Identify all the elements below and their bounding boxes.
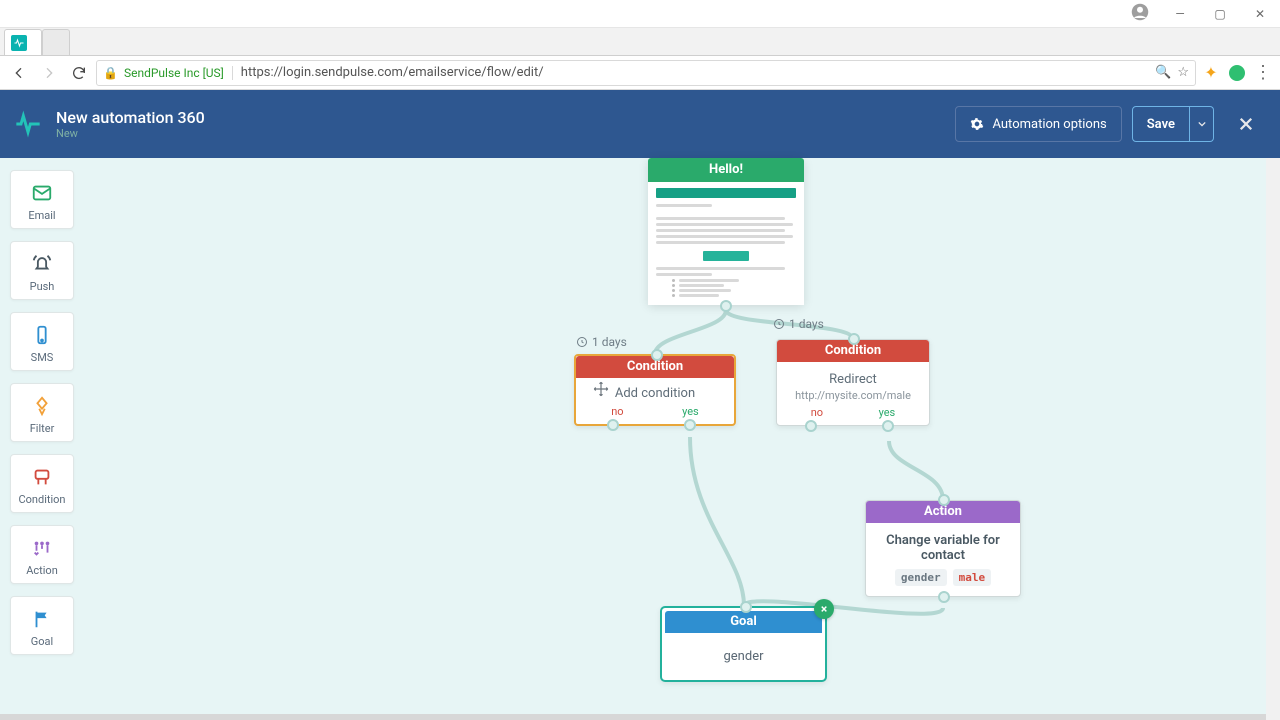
- close-icon: [1237, 115, 1255, 133]
- flow-canvas[interactable]: Email Push SMS Filter Condition Action: [0, 158, 1280, 720]
- page-title: New automation 360: [56, 108, 205, 127]
- palette-push[interactable]: Push: [10, 241, 74, 300]
- node-email-title: Hello!: [648, 158, 804, 182]
- palette-action[interactable]: Action: [10, 525, 74, 584]
- app-logo-icon: [8, 104, 48, 144]
- move-cursor-icon: [592, 380, 610, 401]
- zoom-icon[interactable]: 🔍: [1155, 65, 1171, 80]
- port-out[interactable]: [938, 591, 950, 603]
- variable-value: male: [953, 569, 992, 586]
- branch-yes-label: yes: [879, 406, 896, 419]
- port-yes[interactable]: [882, 420, 894, 432]
- horizontal-scrollbar[interactable]: [0, 714, 1266, 720]
- app-root: New automation 360 New Automation option…: [0, 90, 1280, 720]
- close-editor-button[interactable]: [1228, 106, 1264, 142]
- filter-icon: [31, 392, 53, 420]
- port-in[interactable]: [848, 333, 860, 345]
- node-condition-body: Redirect: [785, 372, 921, 387]
- page-subtitle: New: [56, 127, 205, 140]
- flow-connectors: [0, 158, 1280, 720]
- email-thumbnail: [648, 182, 804, 305]
- node-goal[interactable]: × Goal gender: [660, 606, 827, 682]
- port-no[interactable]: [607, 419, 619, 431]
- browser-toolbar: 🔒 SendPulse Inc [US] https://login.sendp…: [0, 56, 1280, 90]
- variable-name: gender: [895, 569, 947, 586]
- extension-grammarly-icon[interactable]: [1226, 62, 1248, 84]
- chrome-menu-icon[interactable]: ⋮: [1252, 62, 1274, 84]
- page-url: https://login.sendpulse.com/emailservice…: [241, 65, 544, 80]
- back-button[interactable]: [6, 60, 32, 86]
- chrome-profile-icon[interactable]: [1120, 3, 1160, 25]
- node-goal-title: Goal: [665, 611, 822, 633]
- node-condition-sub: http://mysite.com/male: [785, 389, 921, 402]
- branch-no-label: no: [611, 405, 623, 418]
- palette-goal[interactable]: Goal: [10, 596, 74, 655]
- bookmark-star-icon[interactable]: ☆: [1177, 65, 1189, 80]
- chevron-down-icon: [1198, 120, 1206, 128]
- port-in[interactable]: [651, 349, 663, 361]
- save-button[interactable]: Save: [1132, 106, 1190, 142]
- port-in[interactable]: [938, 494, 950, 506]
- browser-tab-active[interactable]: [4, 29, 42, 55]
- palette-condition-label: Condition: [18, 493, 65, 506]
- palette-push-label: Push: [30, 280, 55, 293]
- bell-icon: [31, 250, 53, 278]
- pulse-favicon-icon: [11, 35, 27, 51]
- port-out[interactable]: [720, 300, 732, 312]
- window-minimize-icon[interactable]: —: [1160, 7, 1200, 21]
- port-in[interactable]: [740, 601, 752, 613]
- branch-no-label: no: [811, 406, 823, 419]
- delay-badge-cond1: 1 days: [576, 335, 627, 349]
- goal-close-icon[interactable]: ×: [814, 599, 834, 619]
- gear-icon: [970, 117, 984, 131]
- reload-button[interactable]: [66, 60, 92, 86]
- window-maximize-icon[interactable]: ▢: [1200, 7, 1240, 21]
- new-tab-button[interactable]: [42, 29, 70, 55]
- tab-strip: [0, 28, 1280, 56]
- address-bar[interactable]: 🔒 SendPulse Inc [US] https://login.sendp…: [96, 60, 1196, 86]
- extension-puzzle-icon[interactable]: ✦: [1200, 62, 1222, 84]
- palette-email-label: Email: [28, 209, 55, 222]
- palette-filter[interactable]: Filter: [10, 383, 74, 442]
- port-no[interactable]: [805, 420, 817, 432]
- clock-icon: [773, 318, 785, 330]
- delay-badge-cond2: 1 days: [773, 317, 824, 331]
- forward-button[interactable]: [36, 60, 62, 86]
- palette-sms[interactable]: SMS: [10, 312, 74, 371]
- phone-icon: [31, 321, 53, 349]
- palette-filter-label: Filter: [30, 422, 55, 435]
- window-titlebar: — ▢ ✕: [0, 0, 1280, 28]
- node-email-hello[interactable]: Hello!: [648, 158, 804, 305]
- node-action-change-variable[interactable]: Action Change variable for contact gende…: [865, 500, 1021, 597]
- node-action-body: Change variable for contact: [876, 533, 1010, 563]
- palette-goal-label: Goal: [31, 635, 53, 648]
- automation-options-button[interactable]: Automation options: [955, 106, 1121, 142]
- automation-options-label: Automation options: [992, 117, 1106, 132]
- email-icon: [31, 179, 53, 207]
- app-header: New automation 360 New Automation option…: [0, 90, 1280, 158]
- vertical-scrollbar[interactable]: [1266, 158, 1280, 720]
- palette-action-label: Action: [26, 564, 58, 577]
- node-condition-redirect[interactable]: Condition Redirect http://mysite.com/mal…: [776, 339, 930, 426]
- security-origin: SendPulse Inc [US]: [124, 66, 233, 80]
- window-close-icon[interactable]: ✕: [1240, 7, 1280, 21]
- port-yes[interactable]: [684, 419, 696, 431]
- flag-icon: [31, 605, 53, 633]
- save-more-button[interactable]: [1190, 106, 1214, 142]
- action-icon: [31, 534, 53, 562]
- palette-condition[interactable]: Condition: [10, 454, 74, 513]
- clock-icon: [576, 336, 588, 348]
- lock-icon: 🔒: [103, 66, 118, 80]
- node-palette: Email Push SMS Filter Condition Action: [10, 170, 74, 655]
- palette-sms-label: SMS: [31, 351, 54, 364]
- node-goal-body: gender: [662, 633, 825, 680]
- condition-icon: [31, 463, 53, 491]
- palette-email[interactable]: Email: [10, 170, 74, 229]
- branch-yes-label: yes: [682, 405, 699, 418]
